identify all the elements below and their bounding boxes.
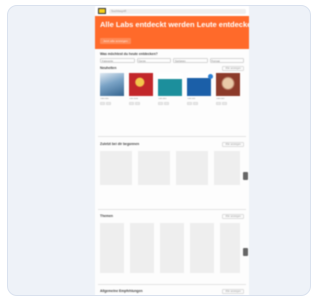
media-card[interactable]: Titel drei	[158, 73, 182, 105]
viewport-frame: Suchbegriff Alle Labs entdeckt werden Le…	[7, 5, 311, 296]
section-title: Themen	[100, 214, 113, 218]
section-recommended: Allgemeine Empfehlungen Alle anzeigen	[95, 287, 249, 295]
card-caption: Titel drei	[158, 98, 167, 100]
filter-format[interactable]: Format	[209, 58, 244, 63]
divider	[98, 136, 246, 137]
placeholder-card[interactable]	[160, 223, 184, 273]
section-themes: Themen Alle anzeigen	[95, 212, 249, 273]
show-all-button[interactable]: Alle anzeigen	[222, 65, 244, 71]
carousel-next-icon[interactable]	[243, 248, 248, 256]
webpage: Suchbegriff Alle Labs entdeckt werden Le…	[95, 6, 249, 295]
play-button[interactable]	[129, 102, 134, 105]
placeholder-card[interactable]	[220, 223, 240, 273]
media-card[interactable]: Titel zwei	[129, 73, 153, 105]
hero-button[interactable]: Jetzt alle anzeigen	[100, 38, 131, 44]
play-button[interactable]	[100, 102, 105, 105]
cover-image	[100, 73, 124, 96]
carousel-next-icon[interactable]	[243, 172, 248, 180]
card-caption: Titel fünf	[216, 98, 225, 100]
hero-banner: Alle Labs entdeckt werden Leute entdecke…	[95, 16, 249, 49]
section-new: Neuheiten Alle anzeigen Titel eins Titel…	[95, 64, 249, 105]
media-card[interactable]: Titel eins	[100, 73, 124, 105]
hero-title: Alle Labs entdeckt werden Leute entdecke…	[100, 20, 249, 29]
card-caption: Titel zwei	[129, 98, 139, 100]
placeholder-row	[95, 151, 249, 185]
bookmark-button[interactable]	[106, 102, 111, 105]
media-card[interactable]: Titel vier	[187, 73, 213, 105]
divider	[98, 209, 246, 210]
placeholder-card[interactable]	[100, 223, 124, 273]
placeholder-card[interactable]	[190, 223, 214, 273]
media-card[interactable]: Titel fünf	[216, 73, 240, 105]
divider	[98, 284, 246, 285]
badge-icon	[208, 74, 213, 79]
show-all-button[interactable]: Alle anzeigen	[222, 213, 244, 219]
play-button[interactable]	[158, 102, 163, 105]
cover-image	[129, 73, 153, 96]
placeholder-card[interactable]	[138, 151, 170, 185]
play-button[interactable]	[187, 102, 192, 105]
filter-category[interactable]: Kategorie	[100, 58, 135, 63]
placeholder-card[interactable]	[176, 151, 208, 185]
placeholder-row	[95, 223, 249, 273]
bookmark-button[interactable]	[222, 102, 227, 105]
filter-sort[interactable]: Sortieren	[173, 58, 208, 63]
placeholder-card[interactable]	[130, 223, 154, 273]
search-input[interactable]: Suchbegriff	[109, 8, 246, 14]
top-bar: Suchbegriff	[95, 6, 249, 16]
cover-image	[187, 73, 213, 96]
card-caption: Titel vier	[187, 98, 196, 100]
filter-row: Kategorie Genre Sortieren Format	[95, 57, 249, 64]
bookmark-button[interactable]	[193, 102, 198, 105]
section-title: Allgemeine Empfehlungen	[100, 289, 143, 293]
placeholder-card[interactable]	[214, 151, 240, 185]
bookmark-button[interactable]	[135, 102, 140, 105]
card-caption: Titel eins	[100, 98, 109, 100]
filter-title: Was möchtest du heute entdecken?	[100, 52, 158, 56]
bookmark-button[interactable]	[164, 102, 169, 105]
cover-image	[158, 73, 182, 96]
new-items-row: Titel eins Titel zwei Titel drei Titel v…	[95, 73, 249, 105]
show-all-button[interactable]: Alle anzeigen	[222, 141, 244, 147]
cover-image	[216, 73, 240, 96]
section-continue: Zuletzt bei dir begonnen Alle anzeigen	[95, 140, 249, 185]
placeholder-card[interactable]	[100, 151, 132, 185]
filter-genre[interactable]: Genre	[136, 58, 171, 63]
show-all-button[interactable]: Alle anzeigen	[222, 288, 244, 294]
play-button[interactable]	[216, 102, 221, 105]
brand-logo[interactable]	[98, 8, 106, 14]
section-title: Zuletzt bei dir begonnen	[100, 142, 140, 146]
section-title: Neuheiten	[100, 66, 117, 70]
